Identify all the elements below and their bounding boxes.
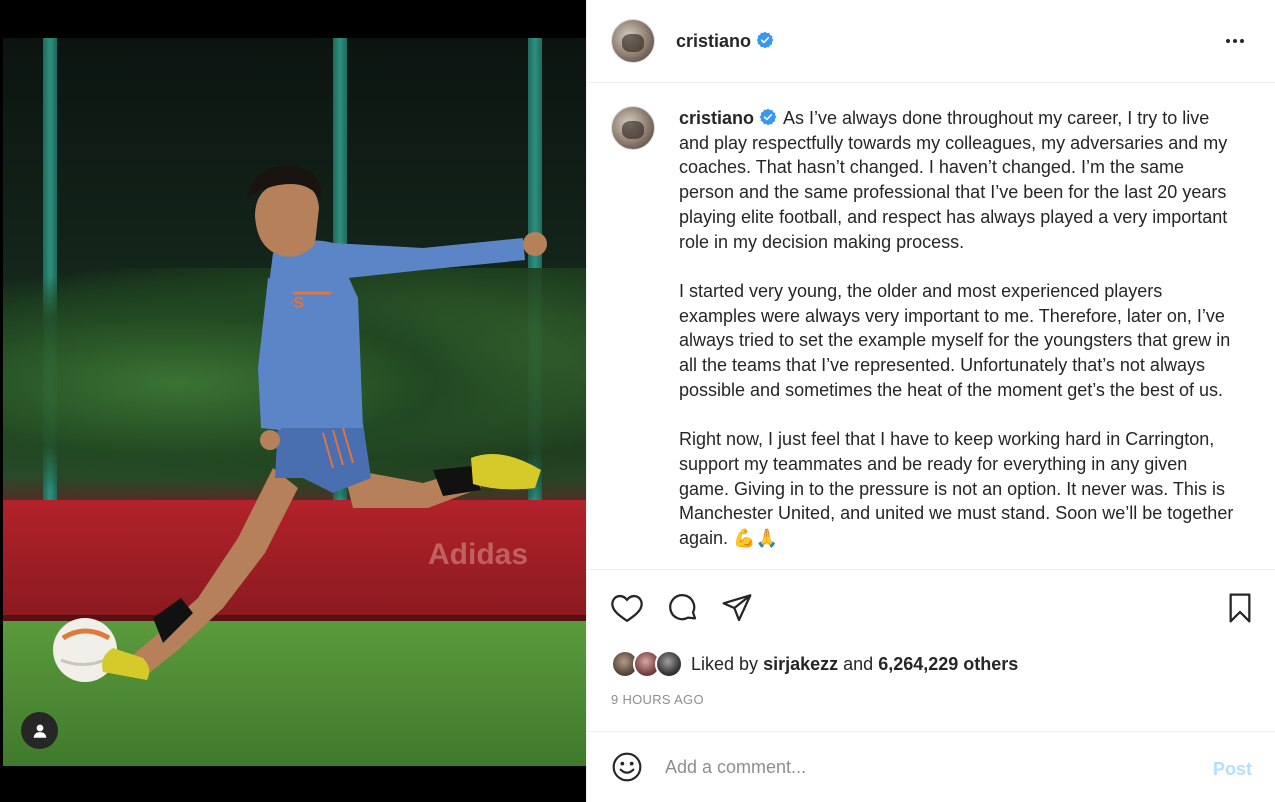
post-details-panel: cristiano cristiano As I’ve always done t… <box>586 0 1275 802</box>
caption-paragraph-1-text: As I’ve always done throughout my career… <box>679 108 1228 252</box>
post-header: cristiano <box>587 0 1275 83</box>
liked-by-and: and <box>843 653 874 674</box>
user-icon <box>33 724 46 738</box>
caption-author-avatar[interactable] <box>611 106 655 150</box>
caption-row: cristiano As I’ve always done throughout … <box>611 106 1236 569</box>
post-timestamp[interactable]: 9 HOURS AGO <box>611 692 704 707</box>
verified-badge-icon <box>756 31 774 48</box>
smiley-icon[interactable] <box>611 751 643 783</box>
caption-paragraph-2: I started very young, the older and most… <box>679 280 1231 400</box>
action-bar <box>587 569 1275 649</box>
caption-author-username[interactable]: cristiano <box>679 108 754 128</box>
caption-paragraph-1: cristiano As I’ve always done throughout … <box>679 106 1236 254</box>
paper-plane-icon[interactable] <box>721 592 753 624</box>
more-options-button[interactable] <box>1222 28 1248 54</box>
post-photo[interactable]: Adidas ZOS <box>3 38 586 766</box>
author-username[interactable]: cristiano <box>676 31 774 52</box>
tagged-users-button[interactable] <box>21 712 58 749</box>
author-username-text: cristiano <box>676 30 752 51</box>
liked-by-user-link[interactable]: sirjakezz <box>763 654 838 674</box>
post-comment-button[interactable]: Post <box>1213 759 1252 780</box>
bookmark-icon[interactable] <box>1224 592 1256 624</box>
likes-summary: Liked by sirjakezz and 6,264,229 others <box>611 649 1018 679</box>
verified-badge-icon <box>759 108 777 126</box>
comment-bar: Post <box>587 731 1275 802</box>
author-avatar[interactable] <box>611 19 655 63</box>
player-figure: ZOS <box>53 165 547 682</box>
heart-icon[interactable] <box>611 592 643 624</box>
caption-paragraph-3: Right now, I just feel that I have to ke… <box>679 429 1234 548</box>
liked-by-others-link[interactable]: 6,264,229 others <box>878 654 1018 674</box>
liked-by-prefix: Liked by <box>691 653 759 674</box>
more-options-icon-dot <box>1240 39 1244 43</box>
more-options-icon-dot <box>1226 39 1230 43</box>
caption-scroll-area[interactable]: cristiano As I’ve always done throughout … <box>587 84 1275 569</box>
comment-bubble-icon[interactable] <box>667 592 699 624</box>
comment-input[interactable] <box>665 756 1185 778</box>
more-options-icon-dot <box>1233 39 1237 43</box>
post-media: Adidas ZOS <box>0 0 586 802</box>
liker-avatars[interactable] <box>611 650 683 678</box>
caption-text: cristiano As I’ve always done throughout … <box>679 106 1236 569</box>
likes-text: Liked by sirjakezz and 6,264,229 others <box>691 654 1018 675</box>
liker-avatar <box>655 650 683 678</box>
